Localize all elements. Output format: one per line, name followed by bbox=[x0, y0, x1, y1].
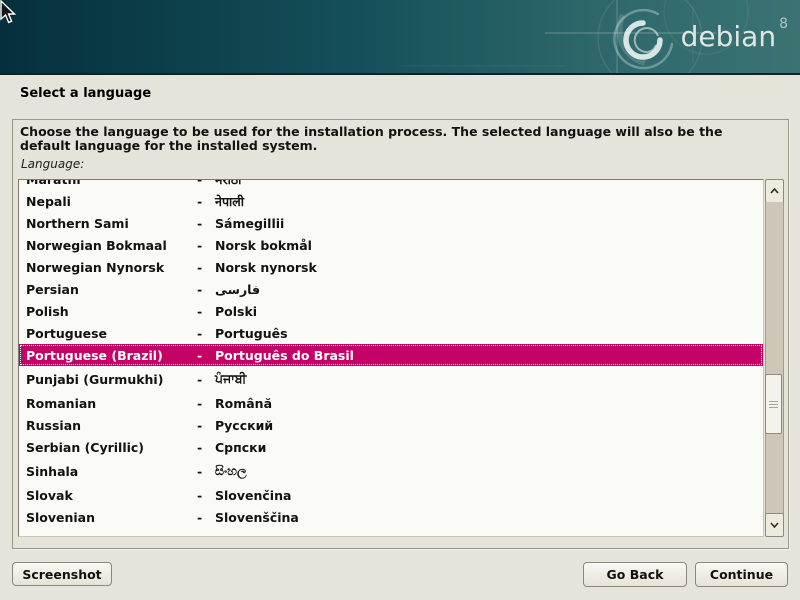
screenshot-button[interactable]: Screenshot bbox=[12, 562, 112, 586]
language-native-name: Português bbox=[215, 326, 763, 341]
language-separator: - bbox=[197, 418, 215, 433]
language-separator: - bbox=[197, 372, 215, 387]
thumb-grip-line bbox=[769, 404, 778, 405]
thumb-grip-line bbox=[769, 401, 778, 402]
thumb-grip-line bbox=[769, 407, 778, 408]
language-english-name: Norwegian Nynorsk bbox=[26, 260, 197, 275]
language-list-item[interactable]: Slovenian - Slovenščina bbox=[19, 506, 763, 528]
language-separator: - bbox=[197, 238, 215, 253]
language-english-name: Romanian bbox=[26, 396, 197, 411]
language-separator: - bbox=[197, 396, 215, 411]
scroll-down-button[interactable] bbox=[765, 513, 784, 537]
language-list-item[interactable]: Persian - فارسی bbox=[19, 278, 763, 300]
language-list-item[interactable]: Marathi - मराठी bbox=[19, 179, 763, 190]
scrollbar bbox=[765, 179, 784, 537]
language-list-item[interactable]: Serbian (Cyrillic) - Српски bbox=[19, 436, 763, 458]
language-list-item[interactable]: Norwegian Nynorsk - Norsk nynorsk bbox=[19, 256, 763, 278]
language-separator: - bbox=[197, 304, 215, 319]
language-native-name: Polski bbox=[215, 304, 763, 319]
language-english-name: Slovak bbox=[26, 488, 197, 503]
language-separator: - bbox=[197, 282, 215, 297]
language-list-item[interactable]: Russian - Русский bbox=[19, 414, 763, 436]
language-native-name: සිංහල bbox=[215, 463, 763, 479]
language-native-name: Português do Brasil bbox=[215, 348, 763, 363]
language-english-name: Slovenian bbox=[26, 510, 197, 525]
language-english-name: Punjabi (Gurmukhi) bbox=[26, 372, 197, 387]
language-native-name: Српски bbox=[215, 440, 763, 455]
language-native-name: Sámegillii bbox=[215, 216, 763, 231]
language-separator: - bbox=[197, 348, 215, 363]
language-native-name: Română bbox=[215, 396, 763, 411]
language-native-name: Slovenčina bbox=[215, 488, 763, 503]
language-english-name: Russian bbox=[26, 418, 197, 433]
language-list-item[interactable]: Polish - Polski bbox=[19, 300, 763, 322]
language-list-item[interactable]: Portuguese - Português bbox=[19, 322, 763, 344]
language-english-name: Nepali bbox=[26, 194, 197, 209]
language-separator: - bbox=[197, 260, 215, 275]
language-native-name: Русский bbox=[215, 418, 763, 433]
language-native-name: Norsk nynorsk bbox=[215, 260, 763, 275]
scrollbar-track[interactable] bbox=[765, 202, 784, 514]
language-separator: - bbox=[197, 194, 215, 209]
language-list-item[interactable]: Punjabi (Gurmukhi) - ਪੰਜਾਬੀ bbox=[19, 366, 763, 392]
language-separator: - bbox=[197, 464, 215, 479]
language-list-item[interactable]: Slovak - Slovenčina bbox=[19, 484, 763, 506]
language-english-name: Portuguese bbox=[26, 326, 197, 341]
language-english-name: Serbian (Cyrillic) bbox=[26, 440, 197, 455]
language-english-name: Persian bbox=[26, 282, 197, 297]
language-english-name: Marathi bbox=[26, 179, 197, 187]
arrow-cursor-icon bbox=[0, 0, 17, 25]
language-list-item[interactable]: Norwegian Bokmaal - Norsk bokmål bbox=[19, 234, 763, 256]
language-english-name: Norwegian Bokmaal bbox=[26, 238, 197, 253]
language-native-name: Norsk bokmål bbox=[215, 238, 763, 253]
language-separator: - bbox=[197, 326, 215, 341]
header-banner: debian8 bbox=[0, 0, 800, 75]
language-separator: - bbox=[197, 440, 215, 455]
language-separator: - bbox=[197, 510, 215, 525]
language-separator: - bbox=[197, 216, 215, 231]
language-native-name: नेपाली bbox=[215, 193, 763, 210]
page-title: Select a language bbox=[20, 86, 151, 101]
language-list[interactable]: Marathi - मराठी Nepali - नेपाली Northern… bbox=[18, 179, 764, 537]
language-native-name: मराठी bbox=[215, 179, 763, 188]
debian-logo-text: debian8 bbox=[681, 16, 788, 53]
chevron-up-icon bbox=[770, 188, 779, 194]
continue-button[interactable]: Continue bbox=[695, 562, 788, 587]
scrollbar-thumb[interactable] bbox=[765, 374, 782, 434]
go-back-button[interactable]: Go Back bbox=[583, 562, 687, 587]
chevron-down-icon bbox=[770, 522, 779, 528]
language-list-item[interactable]: Northern Sami - Sámegillii bbox=[19, 212, 763, 234]
instructions-text: Choose the language to be used for the i… bbox=[20, 125, 765, 152]
language-list-item[interactable]: Portuguese (Brazil) - Português do Brasi… bbox=[19, 344, 763, 366]
language-list-item[interactable]: Romanian - Română bbox=[19, 392, 763, 414]
language-english-name: Portuguese (Brazil) bbox=[26, 348, 197, 363]
language-english-name: Sinhala bbox=[26, 464, 197, 479]
language-list-container: Marathi - मराठी Nepali - नेपाली Northern… bbox=[18, 179, 784, 537]
language-list-item[interactable]: Nepali - नेपाली bbox=[19, 190, 763, 212]
scroll-up-button[interactable] bbox=[765, 179, 784, 203]
language-label: Language: bbox=[21, 157, 84, 171]
language-separator: - bbox=[197, 179, 215, 187]
installer-window: debian8 Select a language Choose the lan… bbox=[0, 0, 800, 600]
language-list-item[interactable]: Sinhala - සිංහල bbox=[19, 458, 763, 484]
language-english-name: Northern Sami bbox=[26, 216, 197, 231]
language-separator: - bbox=[197, 488, 215, 503]
content-frame: Choose the language to be used for the i… bbox=[12, 119, 789, 549]
language-english-name: Polish bbox=[26, 304, 197, 319]
language-native-name: فارسی bbox=[215, 282, 763, 297]
language-native-name: Slovenščina bbox=[215, 510, 763, 525]
language-native-name: ਪੰਜਾਬੀ bbox=[215, 371, 763, 387]
